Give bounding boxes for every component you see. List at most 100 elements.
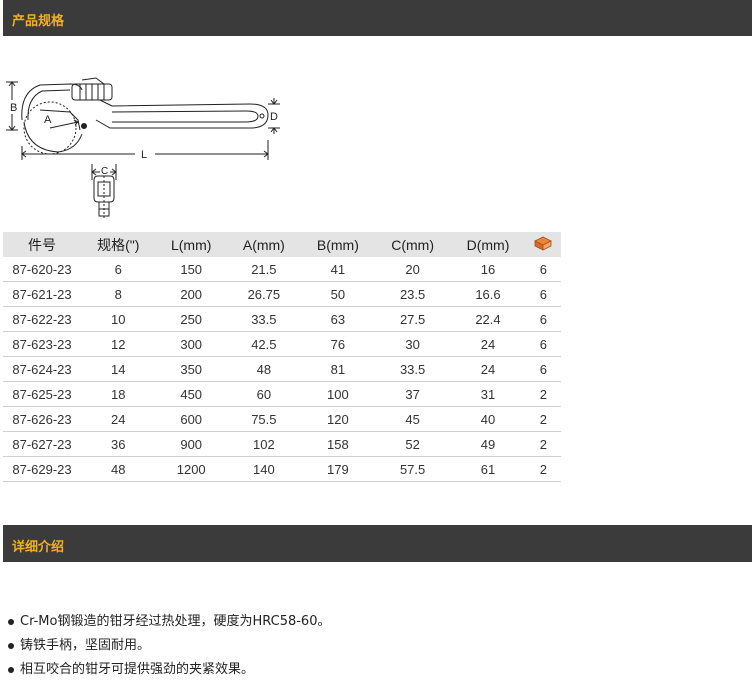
details-section-header: 详细介绍 bbox=[3, 525, 752, 562]
list-item-text: Cr-Mo钢锻造的钳牙经过热处理，硬度为HRC58-60。 bbox=[20, 614, 331, 629]
table-cell: 18 bbox=[81, 381, 156, 407]
table-row: 87-626-23 24 600 75.5 120 45 40 2 bbox=[3, 406, 561, 432]
table-row: 87-627-23 36 900 102 158 52 49 2 bbox=[3, 431, 561, 457]
label-a: A bbox=[44, 114, 52, 126]
table-cell: 76 bbox=[300, 331, 375, 357]
col-header-size: 规格(") bbox=[81, 232, 156, 257]
table-cell: 14 bbox=[81, 356, 156, 382]
specs-table: 件号 规格(") L(mm) A(mm) B(mm) C(mm) D(mm) 8… bbox=[3, 232, 561, 482]
table-row: 87-623-23 12 300 42.5 76 30 24 6 bbox=[3, 331, 561, 357]
table-cell: 30 bbox=[374, 331, 451, 357]
col-header-a: A(mm) bbox=[226, 232, 301, 257]
table-cell: 37 bbox=[374, 381, 451, 407]
table-cell: 179 bbox=[300, 456, 375, 482]
table-cell: 8 bbox=[81, 281, 156, 307]
table-cell: 200 bbox=[155, 281, 227, 307]
table-cell: 102 bbox=[226, 431, 301, 457]
table-cell: 31 bbox=[450, 381, 526, 407]
table-cell: 2 bbox=[525, 406, 561, 432]
table-cell: 52 bbox=[374, 431, 451, 457]
table-cell: 75.5 bbox=[226, 406, 301, 432]
table-cell: 48 bbox=[226, 356, 301, 382]
table-cell: 350 bbox=[155, 356, 227, 382]
table-cell: 300 bbox=[155, 331, 227, 357]
list-item-text: 相互咬合的钳牙可提供强劲的夹紧效果。 bbox=[20, 662, 255, 677]
table-cell: 600 bbox=[155, 406, 227, 432]
table-cell: 16 bbox=[450, 257, 526, 282]
table-cell: 12 bbox=[81, 331, 156, 357]
table-cell: 6 bbox=[525, 331, 561, 357]
table-cell: 87-625-23 bbox=[3, 381, 81, 407]
table-cell: 33.5 bbox=[374, 356, 451, 382]
table-cell: 87-629-23 bbox=[3, 456, 81, 482]
table-row: 87-621-23 8 200 26.75 50 23.5 16.6 6 bbox=[3, 281, 561, 307]
table-cell: 87-621-23 bbox=[3, 281, 81, 307]
table-cell: 49 bbox=[450, 431, 526, 457]
table-cell: 60 bbox=[226, 381, 301, 407]
table-cell: 450 bbox=[155, 381, 227, 407]
col-header-d: D(mm) bbox=[450, 232, 526, 257]
table-row: 87-620-23 6 150 21.5 41 20 16 6 bbox=[3, 257, 561, 282]
pipe-wrench-diagram: B A D L bbox=[6, 77, 280, 161]
col-header-l: L(mm) bbox=[155, 232, 227, 257]
table-cell: 158 bbox=[300, 431, 375, 457]
table-cell: 50 bbox=[300, 281, 375, 307]
bullet-dot bbox=[8, 667, 14, 673]
table-cell: 87-627-23 bbox=[3, 431, 81, 457]
bullet-dot bbox=[8, 619, 14, 625]
label-d: D bbox=[270, 111, 278, 123]
table-cell: 57.5 bbox=[374, 456, 451, 482]
details-section-title: 详细介绍 bbox=[12, 540, 65, 555]
table-row: 87-624-23 14 350 48 81 33.5 24 6 bbox=[3, 356, 561, 382]
table-cell: 16.6 bbox=[450, 281, 526, 307]
table-cell: 2 bbox=[525, 381, 561, 407]
table-cell: 2 bbox=[525, 456, 561, 482]
table-cell: 6 bbox=[525, 306, 561, 332]
table-header-row: 件号 规格(") L(mm) A(mm) B(mm) C(mm) D(mm) bbox=[3, 232, 561, 257]
list-item-text: 铸铁手柄，坚固耐用。 bbox=[20, 638, 151, 653]
table-cell: 120 bbox=[300, 406, 375, 432]
table-cell: 61 bbox=[450, 456, 526, 482]
col-header-b: B(mm) bbox=[300, 232, 375, 257]
table-cell: 2 bbox=[525, 431, 561, 457]
list-item: 相互咬合的钳牙可提供强劲的夹紧效果。 bbox=[8, 658, 330, 682]
package-box-icon bbox=[534, 236, 553, 251]
specs-section-title: 产品规格 bbox=[12, 14, 65, 29]
list-item: 铸铁手柄，坚固耐用。 bbox=[8, 634, 330, 658]
list-item: Cr-Mo钢锻造的钳牙经过热处理，硬度为HRC58-60。 bbox=[8, 610, 330, 634]
table-cell: 41 bbox=[300, 257, 375, 282]
table-cell: 140 bbox=[226, 456, 301, 482]
table-cell: 45 bbox=[374, 406, 451, 432]
table-cell: 33.5 bbox=[226, 306, 301, 332]
table-cell: 100 bbox=[300, 381, 375, 407]
table-cell: 87-622-23 bbox=[3, 306, 81, 332]
table-cell: 900 bbox=[155, 431, 227, 457]
table-row: 87-629-23 48 1200 140 179 57.5 61 2 bbox=[3, 456, 561, 482]
table-cell: 6 bbox=[525, 356, 561, 382]
label-l: L bbox=[141, 149, 147, 161]
table-cell: 250 bbox=[155, 306, 227, 332]
table-cell: 81 bbox=[300, 356, 375, 382]
table-cell: 40 bbox=[450, 406, 526, 432]
label-c: C bbox=[101, 166, 108, 177]
details-list: Cr-Mo钢锻造的钳牙经过热处理，硬度为HRC58-60。 铸铁手柄，坚固耐用。… bbox=[8, 610, 330, 682]
cross-section-diagram: C bbox=[91, 164, 117, 218]
label-b: B bbox=[10, 102, 17, 114]
table-cell: 23.5 bbox=[374, 281, 451, 307]
table-cell: 6 bbox=[525, 257, 561, 282]
table-cell: 27.5 bbox=[374, 306, 451, 332]
col-header-package bbox=[525, 232, 561, 257]
table-cell: 48 bbox=[81, 456, 156, 482]
table-cell: 42.5 bbox=[226, 331, 301, 357]
table-cell: 36 bbox=[81, 431, 156, 457]
table-cell: 24 bbox=[450, 356, 526, 382]
table-cell: 87-623-23 bbox=[3, 331, 81, 357]
col-header-c: C(mm) bbox=[374, 232, 451, 257]
table-row: 87-625-23 18 450 60 100 37 31 2 bbox=[3, 381, 561, 407]
table-cell: 6 bbox=[525, 281, 561, 307]
table-cell: 63 bbox=[300, 306, 375, 332]
table-cell: 21.5 bbox=[226, 257, 301, 282]
table-cell: 24 bbox=[81, 406, 156, 432]
table-cell: 20 bbox=[374, 257, 451, 282]
table-cell: 10 bbox=[81, 306, 156, 332]
